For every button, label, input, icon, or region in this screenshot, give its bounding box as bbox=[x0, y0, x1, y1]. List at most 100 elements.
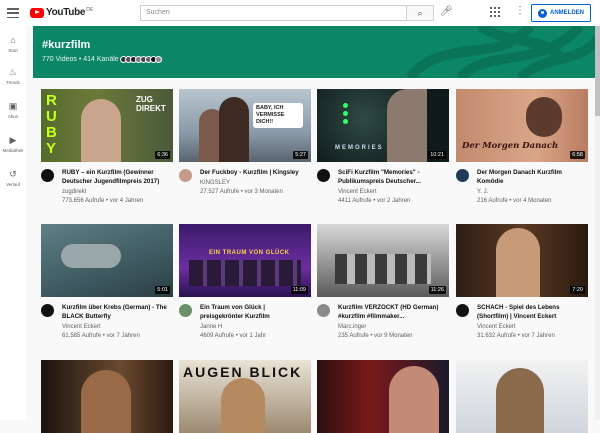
video-thumbnail[interactable]: MEMORIES 10:21 bbox=[317, 89, 449, 162]
video-duration: 10:21 bbox=[428, 151, 446, 159]
video-duration: 5:27 bbox=[293, 151, 308, 159]
channel-name[interactable]: Janne H bbox=[200, 324, 222, 330]
channel-avatar[interactable] bbox=[317, 169, 330, 182]
video-card[interactable]: MEMORIES 10:21 SciFi Kurzfilm "Memories"… bbox=[317, 89, 449, 204]
video-title[interactable]: Ein Traum von Glück | preisgekrönter Kur… bbox=[200, 304, 310, 321]
video-card[interactable] bbox=[41, 360, 173, 433]
thumbnail-text: ZUG DIREKT bbox=[136, 95, 166, 113]
video-thumbnail[interactable]: EIN TRAUM VON GLÜCK 11:09 bbox=[179, 224, 311, 297]
microphone-icon[interactable]: 🎤︎ bbox=[440, 6, 453, 17]
search-input[interactable]: Suchen bbox=[140, 5, 407, 21]
video-card[interactable]: 7:20 SCHACH - Spiel des Lebens (Shortfil… bbox=[456, 224, 588, 339]
video-title[interactable]: Der Morgen Danach Kurzfilm Komödie bbox=[477, 169, 587, 186]
banner-decoration bbox=[405, 26, 600, 78]
video-thumbnail[interactable]: RUBY ZUG DIREKT 6:36 bbox=[41, 89, 173, 162]
thumbnail-figure bbox=[389, 366, 439, 433]
thumbnail-figure bbox=[496, 368, 544, 433]
thumbnail-figure bbox=[221, 378, 265, 433]
hashtag-title: #kurzfilm bbox=[42, 39, 91, 51]
video-card[interactable]: Der Morgen Danach 6:58 Der Morgen Danach… bbox=[456, 89, 588, 204]
video-thumbnail[interactable] bbox=[456, 360, 588, 433]
thumbnail-figures bbox=[189, 260, 301, 286]
video-meta: 61.585 Aufrufe • vor 7 Jahren bbox=[62, 333, 140, 339]
video-thumbnail[interactable]: AUGEN BLICK bbox=[179, 360, 311, 433]
signin-button[interactable]: ANMELDEN bbox=[531, 4, 591, 22]
nav-item-start[interactable]: ⌂ Start bbox=[0, 35, 26, 54]
video-title[interactable]: RUBY – ein Kurzfilm (Gewinner Deutscher … bbox=[62, 169, 172, 186]
nav-item-mediathek[interactable]: ▶ Mediathek bbox=[0, 135, 26, 154]
thumbnail-figure bbox=[81, 99, 121, 162]
library-icon: ▶ bbox=[9, 135, 17, 145]
nav-item-verlauf[interactable]: ↺ Verlauf bbox=[0, 170, 26, 188]
top-bar: YouTube DE Suchen ⌕ 🎤︎ ⋮ ANMELDEN bbox=[0, 0, 600, 26]
video-thumbnail[interactable]: 7:20 bbox=[456, 224, 588, 297]
youtube-logo[interactable]: YouTube DE bbox=[30, 7, 93, 18]
video-card[interactable] bbox=[456, 360, 588, 433]
menu-icon[interactable] bbox=[6, 6, 20, 20]
hashtag-stats: 770 Videos • 414 Kanäle bbox=[42, 56, 162, 63]
channel-avatar[interactable] bbox=[179, 169, 192, 182]
video-thumbnail[interactable]: 11:26 bbox=[317, 224, 449, 297]
channel-avatar[interactable] bbox=[317, 304, 330, 317]
channel-avatar[interactable] bbox=[41, 169, 54, 182]
video-meta: 27.527 Aufrufe • vor 3 Monaten bbox=[200, 189, 283, 195]
scrollbar-thumb[interactable] bbox=[595, 26, 600, 116]
video-duration: 11:09 bbox=[290, 286, 308, 294]
video-card[interactable]: 5:01 Kurzfilm über Krebs (German) - The … bbox=[41, 224, 173, 339]
video-title[interactable]: SCHACH - Spiel des Lebens (Shortfilm) | … bbox=[477, 304, 587, 321]
video-duration: 6:58 bbox=[570, 151, 585, 159]
nav-label: Mediathek bbox=[2, 148, 24, 153]
thumbnail-figures bbox=[335, 254, 431, 284]
nav-item-trends[interactable]: ♨ Trends bbox=[0, 67, 26, 86]
video-card[interactable]: BABY, ICH VERMISSE DICH!! 5:27 Der Fuckb… bbox=[179, 89, 311, 195]
home-icon: ⌂ bbox=[10, 35, 16, 45]
video-card[interactable] bbox=[317, 360, 449, 433]
apps-grid-icon[interactable] bbox=[490, 7, 500, 17]
video-meta: 773.656 Aufrufe • vor 4 Jahren bbox=[62, 198, 144, 204]
video-thumbnail[interactable] bbox=[317, 360, 449, 433]
nav-label: Verlauf bbox=[5, 182, 20, 187]
video-duration: 6:36 bbox=[155, 151, 170, 159]
video-card[interactable]: 11:26 Kurzfilm VERZOCKT (HD German) #kur… bbox=[317, 224, 449, 339]
video-meta: 235 Aufrufe • vor 9 Monaten bbox=[338, 333, 413, 339]
flame-icon: ♨ bbox=[8, 67, 18, 77]
video-title[interactable]: Kurzfilm über Krebs (German) - The BLACK… bbox=[62, 304, 172, 321]
channel-name[interactable]: Marc.inger bbox=[338, 324, 366, 330]
search-button[interactable]: ⌕ bbox=[406, 5, 434, 21]
nav-label: Trends bbox=[6, 80, 20, 85]
more-options-icon[interactable]: ⋮ bbox=[515, 5, 525, 16]
video-meta: 31.632 Aufrufe • vor 7 Jahren bbox=[477, 333, 555, 339]
side-nav: ⌂ Start ♨ Trends ▣ Abos ▶ Mediathek ↺ Ve… bbox=[0, 26, 26, 420]
video-title[interactable]: Kurzfilm VERZOCKT (HD German) #kurzfilm … bbox=[338, 304, 448, 321]
thumbnail-figure bbox=[496, 228, 540, 297]
channel-name[interactable]: Vincent Eckert bbox=[62, 324, 101, 330]
channel-name[interactable]: Vincent Eckert bbox=[338, 189, 377, 195]
thumbnail-figure bbox=[387, 89, 427, 162]
video-card[interactable]: AUGEN BLICK bbox=[179, 360, 311, 433]
subscriptions-icon: ▣ bbox=[8, 101, 18, 111]
channel-avatar[interactable] bbox=[179, 304, 192, 317]
channel-name[interactable]: Vincent Eckert bbox=[477, 324, 516, 330]
video-title[interactable]: SciFi Kurzfilm "Memories" - Publikumspre… bbox=[338, 169, 448, 186]
thumbnail-text: Der Morgen Danach bbox=[462, 141, 559, 151]
video-card[interactable]: RUBY ZUG DIREKT 6:36 RUBY – ein Kurzfilm… bbox=[41, 89, 173, 204]
video-card[interactable]: EIN TRAUM VON GLÜCK 11:09 Ein Traum von … bbox=[179, 224, 311, 339]
video-thumbnail[interactable]: BABY, ICH VERMISSE DICH!! 5:27 bbox=[179, 89, 311, 162]
hashtag-banner: #kurzfilm 770 Videos • 414 Kanäle bbox=[33, 26, 600, 78]
thumbnail-lights bbox=[343, 103, 348, 108]
channel-name[interactable]: Y. J. bbox=[477, 189, 488, 195]
channel-name[interactable]: zugdirekt bbox=[62, 189, 86, 195]
video-title[interactable]: Der Fuckboy - Kurzfilm | Kingsley bbox=[200, 169, 310, 178]
video-thumbnail[interactable]: Der Morgen Danach 6:58 bbox=[456, 89, 588, 162]
video-thumbnail[interactable] bbox=[41, 360, 173, 433]
video-thumbnail[interactable]: 5:01 bbox=[41, 224, 173, 297]
nav-item-abos[interactable]: ▣ Abos bbox=[0, 101, 26, 120]
channel-avatar[interactable] bbox=[456, 304, 469, 317]
channel-avatar[interactable] bbox=[41, 304, 54, 317]
channel-avatar[interactable] bbox=[456, 169, 469, 182]
search-icon: ⌕ bbox=[417, 7, 423, 18]
account-icon bbox=[538, 8, 547, 18]
thumbnail-figure bbox=[526, 97, 562, 137]
video-duration: 7:20 bbox=[570, 286, 585, 294]
channel-name[interactable]: KINGSLEY bbox=[200, 180, 230, 186]
